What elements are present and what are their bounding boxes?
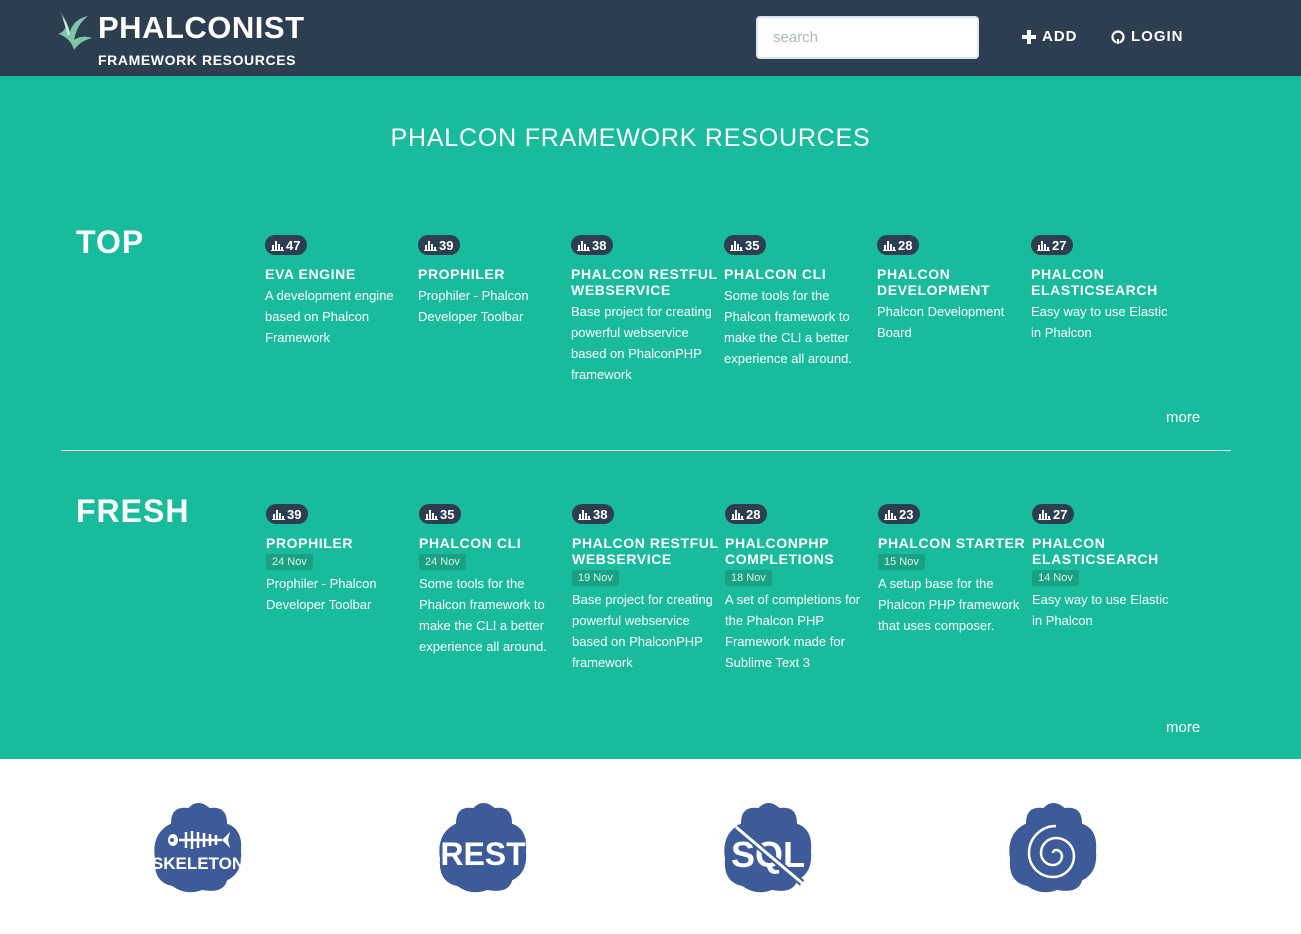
bar-chart-icon — [424, 241, 437, 251]
resource-description: Prophiler - Phalcon Developer Toolbar — [418, 288, 529, 324]
resource-description: Phalcon Development Board — [877, 304, 1005, 340]
score-badge: 23 — [878, 504, 921, 524]
login-button[interactable]: LOGIN — [1111, 28, 1184, 45]
bar-chart-icon — [272, 510, 285, 520]
bar-chart-icon — [1038, 510, 1051, 520]
date-badge: 24 Nov — [266, 554, 313, 570]
brand-title[interactable]: PHALCONIST — [98, 10, 305, 46]
resource-description: Base project for creating powerful webse… — [571, 304, 712, 382]
resource-description: A development engine based on Phalcon Fr… — [265, 288, 394, 345]
resource-title-link[interactable]: EVA ENGINE — [265, 266, 415, 282]
rest-icon[interactable]: REST — [435, 799, 531, 895]
skeleton-icon[interactable]: SKELETON — [150, 799, 246, 895]
top-card: 47 EVA ENGINE A development engine based… — [265, 235, 415, 348]
resource-description: A set of completions for the Phalcon PHP… — [725, 592, 861, 670]
score-badge: 35 — [419, 504, 462, 524]
score-badge: 38 — [572, 504, 615, 524]
fresh-card: 23 PHALCON STARTER 15 Nov A setup base f… — [878, 504, 1028, 636]
category-icons: SKELETON REST SQL — [0, 759, 1301, 934]
score-badge: 39 — [266, 504, 309, 524]
date-badge: 19 Nov — [572, 570, 619, 586]
resource-description: Easy way to use Elastic in Phalcon — [1031, 304, 1168, 340]
bar-chart-icon — [578, 510, 591, 520]
resource-title-link[interactable]: PHALCON DEVELOPMENT — [877, 266, 1027, 298]
score-badge: 39 — [418, 235, 461, 255]
resource-description: Prophiler - Phalcon Developer Toolbar — [266, 576, 377, 612]
resource-title-link[interactable]: PHALCON CLI — [419, 535, 569, 551]
nosql-icon[interactable]: SQL — [720, 799, 816, 895]
resources-hero: PHALCON FRAMEWORK RESOURCES TOP 47 EVA E… — [0, 76, 1301, 759]
bar-chart-icon — [884, 510, 897, 520]
fresh-card: 35 PHALCON CLI 24 Nov Some tools for the… — [419, 504, 569, 657]
bar-chart-icon — [1037, 241, 1050, 251]
spiral-icon[interactable] — [1005, 799, 1101, 895]
bar-chart-icon — [271, 241, 284, 251]
resource-title-link[interactable]: PHALCON CLI — [724, 266, 874, 282]
score-badge: 27 — [1032, 504, 1075, 524]
page-title: PHALCON FRAMEWORK RESOURCES — [390, 124, 871, 152]
date-badge: 18 Nov — [725, 570, 772, 586]
phalcon-logo-icon[interactable] — [54, 6, 94, 52]
date-badge: 24 Nov — [419, 554, 466, 570]
resource-description: Some tools for the Phalcon framework to … — [724, 288, 852, 366]
bar-chart-icon — [730, 241, 743, 251]
fresh-more-link[interactable]: more — [1166, 719, 1200, 736]
bar-chart-icon — [577, 241, 590, 251]
bar-chart-icon — [883, 241, 896, 251]
resource-description: Easy way to use Elastic in Phalcon — [1032, 592, 1169, 628]
top-card: 28 PHALCON DEVELOPMENT Phalcon Developme… — [877, 235, 1027, 343]
add-label: ADD — [1042, 28, 1078, 45]
top-section-label: TOP — [76, 224, 145, 260]
resource-description: Some tools for the Phalcon framework to … — [419, 576, 547, 654]
resource-title-link[interactable]: PHALCON RESTFUL WEBSERVICE — [572, 535, 722, 567]
add-button[interactable]: ADD — [1022, 28, 1078, 45]
score-badge: 27 — [1031, 235, 1074, 255]
rest-label: REST — [440, 836, 526, 872]
fresh-card: 27 PHALCON ELASTICSEARCH 14 Nov Easy way… — [1032, 504, 1182, 631]
date-badge: 15 Nov — [878, 554, 925, 570]
score-badge: 28 — [877, 235, 920, 255]
score-badge: 28 — [725, 504, 768, 524]
resource-title-link[interactable]: PHALCON STARTER — [878, 535, 1028, 551]
bar-chart-icon — [731, 510, 744, 520]
fresh-section-label: FRESH — [76, 493, 190, 529]
plus-icon — [1022, 29, 1036, 44]
resource-title-link[interactable]: PHALCON ELASTICSEARCH — [1032, 535, 1182, 567]
date-badge: 14 Nov — [1032, 570, 1079, 586]
resource-description: Base project for creating powerful webse… — [572, 592, 713, 670]
score-badge: 47 — [265, 235, 308, 255]
top-card: 39 PROPHILER Prophiler - Phalcon Develop… — [418, 235, 568, 327]
fresh-card: 38 PHALCON RESTFUL WEBSERVICE 19 Nov Bas… — [572, 504, 722, 673]
resource-title-link[interactable]: PROPHILER — [418, 266, 568, 282]
score-badge: 38 — [571, 235, 614, 255]
brand-subtitle: FRAMEWORK RESOURCES — [98, 52, 297, 68]
resource-title-link[interactable]: PHALCON RESTFUL WEBSERVICE — [571, 266, 721, 298]
resource-title-link[interactable]: PHALCONPHP COMPLETIONS — [725, 535, 875, 567]
github-icon — [1111, 29, 1125, 44]
login-label: LOGIN — [1131, 28, 1184, 45]
search-input[interactable] — [756, 16, 979, 59]
fresh-card: 28 PHALCONPHP COMPLETIONS 18 Nov A set o… — [725, 504, 875, 673]
resource-title-link[interactable]: PROPHILER — [266, 535, 416, 551]
resource-title-link[interactable]: PHALCON ELASTICSEARCH — [1031, 266, 1181, 298]
fresh-card: 39 PROPHILER 24 Nov Prophiler - Phalcon … — [266, 504, 416, 615]
score-badge: 35 — [724, 235, 767, 255]
resource-description: A setup base for the Phalcon PHP framewo… — [878, 576, 1020, 633]
top-navbar: PHALCONIST FRAMEWORK RESOURCES ADD LOGIN — [0, 0, 1301, 76]
bar-chart-icon — [425, 510, 438, 520]
top-card: 35 PHALCON CLI Some tools for the Phalco… — [724, 235, 874, 369]
top-card: 38 PHALCON RESTFUL WEBSERVICE Base proje… — [571, 235, 721, 385]
skeleton-label: SKELETON — [152, 854, 244, 873]
top-more-link[interactable]: more — [1166, 409, 1200, 426]
top-card: 27 PHALCON ELASTICSEARCH Easy way to use… — [1031, 235, 1181, 343]
section-divider — [61, 450, 1231, 451]
